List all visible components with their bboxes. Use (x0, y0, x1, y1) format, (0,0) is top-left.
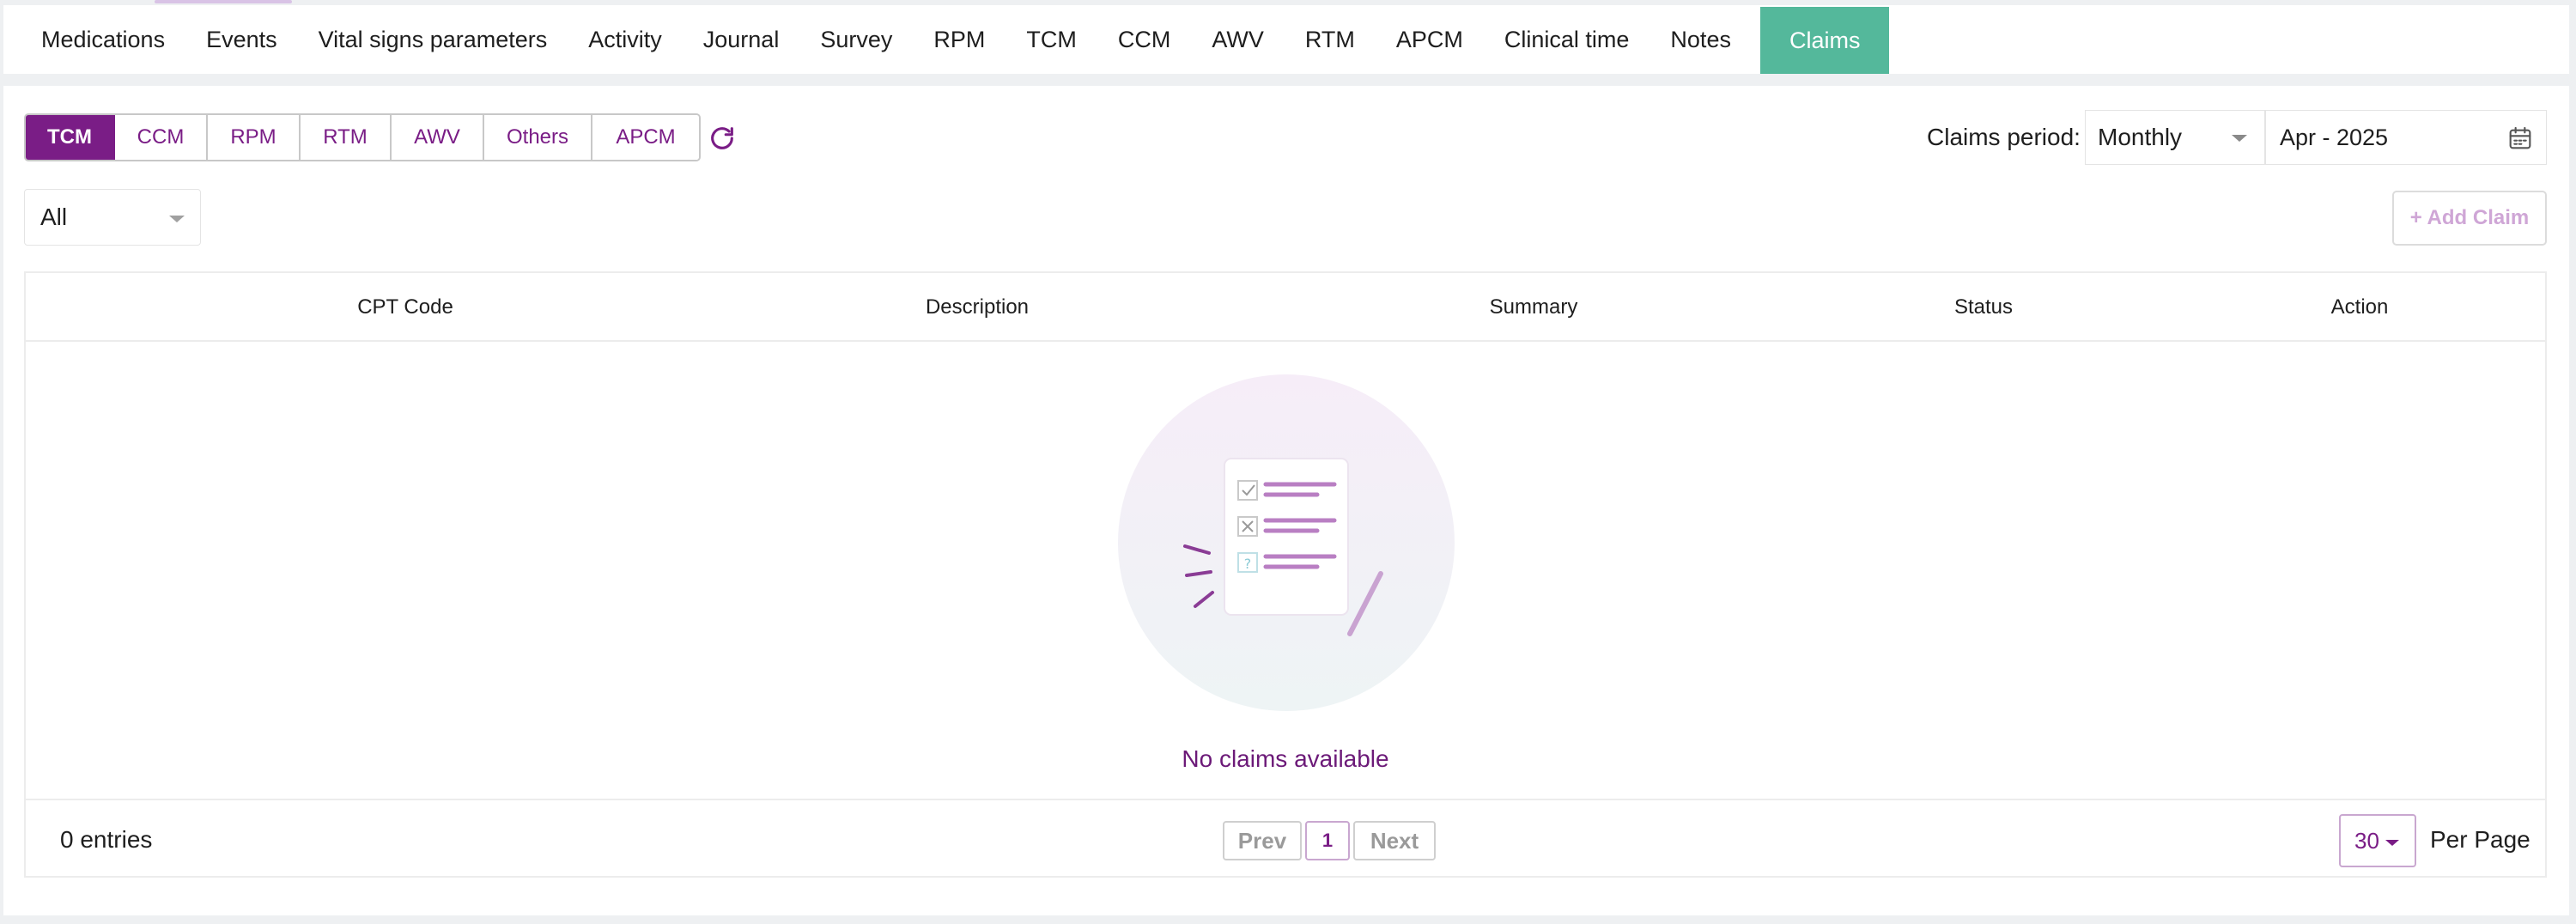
column-header-description[interactable]: Description (926, 295, 1029, 319)
table-footer: 0 entries Prev 1 Next 30 Per Page (26, 799, 2545, 878)
nav-accent-bar (155, 0, 292, 3)
claims-panel: TCM CCM RPM RTM AWV Others APCM Claims p… (3, 86, 2569, 915)
tab-survey[interactable]: Survey (799, 5, 913, 74)
tab-clinical-time[interactable]: Clinical time (1484, 5, 1650, 74)
tab-activity[interactable]: Activity (568, 5, 683, 74)
empty-state: ? No claims available (26, 342, 2545, 799)
per-page-label: Per Page (2430, 826, 2530, 853)
chevron-down-icon (2232, 135, 2247, 142)
next-page-button[interactable]: Next (1353, 821, 1436, 860)
tab-events[interactable]: Events (185, 5, 298, 74)
column-header-summary[interactable]: Summary (1490, 295, 1578, 319)
tab-awv[interactable]: AWV (1191, 5, 1285, 74)
entries-count: 0 entries (60, 826, 153, 853)
add-claim-button[interactable]: + Add Claim (2392, 191, 2547, 246)
table-header: CPT Code Description Summary Status Acti… (26, 273, 2545, 342)
subtab-others[interactable]: Others (484, 115, 592, 160)
pagination: Prev 1 Next (1223, 821, 1436, 860)
column-header-status[interactable]: Status (1954, 295, 2013, 319)
tab-apcm[interactable]: APCM (1376, 5, 1484, 74)
page-number-button[interactable]: 1 (1305, 821, 1350, 860)
tab-medications[interactable]: Medications (21, 5, 185, 74)
top-nav: Medications Events Vital signs parameter… (3, 0, 2569, 74)
chevron-down-icon (2385, 840, 2399, 846)
tab-claims[interactable]: Claims (1759, 7, 1890, 74)
per-page-value: 30 (2354, 827, 2379, 854)
per-page-select[interactable]: 30 (2339, 814, 2416, 867)
prev-page-button[interactable]: Prev (1223, 821, 1302, 860)
claims-period-select[interactable]: Monthly (2085, 110, 2265, 165)
tab-vital-signs-parameters[interactable]: Vital signs parameters (298, 5, 568, 74)
month-value: Apr - 2025 (2280, 124, 2389, 150)
claim-type-tabs: TCM CCM RPM RTM AWV Others APCM (24, 113, 701, 161)
tab-tcm[interactable]: TCM (1005, 5, 1097, 74)
tab-rpm[interactable]: RPM (913, 5, 1005, 74)
column-header-action[interactable]: Action (2331, 295, 2389, 319)
month-picker[interactable]: Apr - 2025 (2265, 110, 2547, 165)
tab-rtm[interactable]: RTM (1285, 5, 1376, 74)
tab-notes[interactable]: Notes (1649, 5, 1752, 74)
empty-claims-illustration: ? (1118, 374, 1455, 711)
claims-period-label: Claims period: (1927, 124, 2081, 150)
subtab-rpm[interactable]: RPM (208, 115, 301, 160)
subtab-tcm[interactable]: TCM (26, 115, 115, 160)
tab-ccm[interactable]: CCM (1097, 5, 1192, 74)
column-header-cpt-code[interactable]: CPT Code (357, 295, 453, 319)
claims-table: CPT Code Description Summary Status Acti… (24, 271, 2547, 878)
chevron-down-icon (169, 216, 185, 222)
svg-text:?: ? (1244, 556, 1252, 572)
tab-journal[interactable]: Journal (683, 5, 800, 74)
subtab-awv[interactable]: AWV (392, 115, 484, 160)
subtab-apcm[interactable]: APCM (592, 115, 699, 160)
empty-state-message: No claims available (1182, 745, 1389, 772)
status-filter-select[interactable]: All (24, 189, 201, 246)
calendar-icon[interactable] (2506, 125, 2534, 152)
subtab-ccm[interactable]: CCM (115, 115, 208, 160)
status-filter-value: All (40, 204, 68, 230)
subtab-rtm[interactable]: RTM (301, 115, 392, 160)
refresh-icon[interactable] (706, 122, 738, 155)
claims-period-value: Monthly (2098, 124, 2183, 150)
